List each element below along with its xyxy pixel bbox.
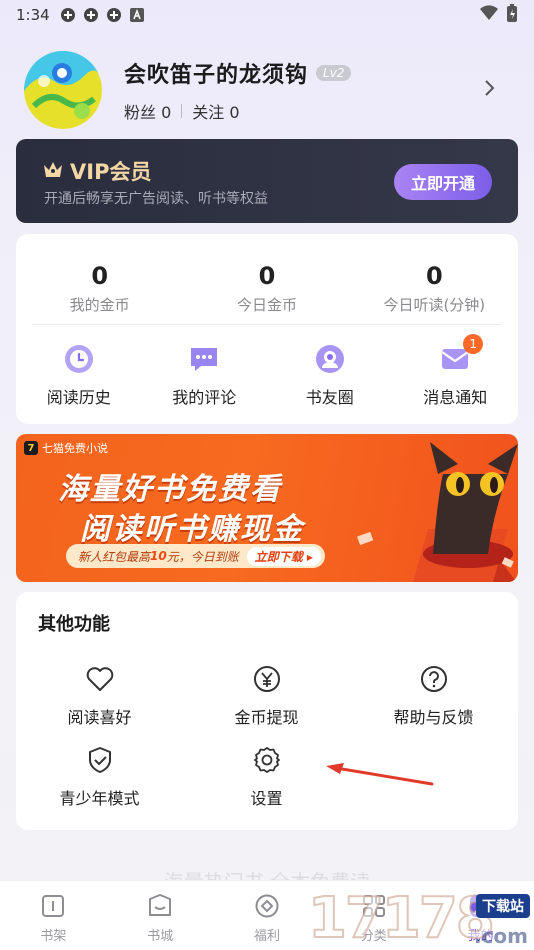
battery-icon (506, 4, 518, 26)
feature-help-feedback[interactable]: 帮助与反馈 (350, 664, 517, 728)
banner-subheadline: 阅读听书赚现金 (80, 512, 304, 547)
quick-label: 消息通知 (423, 388, 488, 407)
quick-reading-history[interactable]: 阅读历史 (16, 342, 142, 408)
avatar[interactable] (24, 51, 102, 129)
yen-icon (252, 664, 282, 694)
circle-icon (313, 342, 347, 376)
nav-welfare[interactable]: 福利 (214, 881, 321, 950)
offer-suffix: 元，今日到账 (166, 549, 239, 564)
quick-notifications[interactable]: 1 消息通知 (393, 334, 519, 408)
feature-label: 金币提现 (234, 708, 299, 727)
watermark-domain: .com (473, 924, 528, 948)
level-badge: Lv2 (316, 65, 352, 81)
stat-label: 今日金币 (236, 296, 297, 314)
status-time: 1:34 (16, 6, 50, 24)
stat-value: 0 (91, 262, 109, 290)
banner-offer: 新人红包最高 10 元，今日到账 立即下载 ▸ (66, 544, 325, 568)
watermark-tag: 下载站 (476, 894, 530, 918)
promo-banner[interactable]: 7 七猫免费小说 海量好书免费看 阅读听书赚现金 新人红包最高 10 元，今日到账 … (16, 434, 518, 582)
nav-bookstore[interactable]: 书城 (107, 881, 214, 950)
banner-brand-name: 七猫免费小说 (42, 442, 108, 455)
stat-today-coins[interactable]: 0 今日金币 (183, 262, 350, 315)
quick-label: 书友圈 (305, 388, 354, 407)
app-notification-icon (60, 7, 77, 24)
divider (32, 324, 502, 325)
feature-label: 设置 (250, 789, 283, 808)
stat-label: 我的金币 (69, 296, 130, 314)
nav-label: 福利 (253, 929, 280, 944)
nickname: 会吹笛子的龙须钩 (124, 63, 309, 88)
stat-value: 0 (425, 262, 443, 290)
clock-icon (62, 342, 96, 376)
section-title: 其他功能 (38, 614, 110, 635)
app-notification-icon (83, 7, 100, 24)
qimao-logo-icon: 7 (24, 441, 38, 455)
stat-value: 0 (258, 262, 276, 290)
font-notification-icon (129, 7, 146, 24)
heart-icon (85, 664, 115, 694)
status-bar: 1:34 (0, 0, 534, 30)
quick-label: 阅读历史 (46, 388, 111, 407)
quick-label: 我的评论 (172, 388, 237, 407)
fans-link[interactable]: 粉丝 0 (124, 99, 171, 123)
stats-divider (181, 104, 183, 118)
annotation-arrow (326, 763, 434, 786)
shield-check-icon (85, 745, 115, 775)
stat-today-listen[interactable]: 0 今日听读(分钟) (351, 262, 518, 315)
comment-icon (187, 342, 221, 376)
bookshelf-icon (40, 893, 66, 919)
feature-label: 阅读喜好 (67, 708, 132, 727)
crown-icon (42, 159, 64, 183)
other-functions-card: 其他功能 阅读喜好 金币提现 帮助与反馈 青少年模式 设置 (16, 592, 518, 830)
quick-my-comments[interactable]: 我的评论 (142, 342, 268, 408)
banner-brand: 7 七猫免费小说 (24, 440, 108, 456)
nav-label: 书城 (147, 929, 174, 944)
feature-coin-withdraw[interactable]: 金币提现 (183, 664, 350, 728)
watermark-digits: 17178 (307, 885, 496, 950)
nav-bookshelf[interactable]: 书架 (0, 881, 107, 950)
feature-youth-mode[interactable]: 青少年模式 (16, 745, 183, 809)
following-label: 关注 (192, 103, 225, 122)
gear-icon (252, 745, 282, 775)
cat-mascot-illustration (357, 442, 518, 582)
bookstore-icon (147, 893, 173, 919)
nav-label: 书架 (40, 929, 67, 944)
help-icon (419, 664, 449, 694)
vip-open-button[interactable]: 立即开通 (394, 164, 492, 200)
offer-prefix: 新人红包最高 (78, 549, 151, 564)
quick-book-friends[interactable]: 书友圈 (267, 342, 393, 408)
banner-download-button[interactable]: 立即下载 ▸ (246, 546, 321, 566)
vip-card[interactable]: VIP会员 开通后畅享无广告阅读、听书等权益 立即开通 (16, 139, 518, 223)
profile-info: 会吹笛子的龙须钩 Lv2 粉丝 0 关注 0 (124, 57, 352, 123)
chevron-right-icon[interactable] (484, 79, 496, 101)
stat-label: 今日听读(分钟) (383, 296, 486, 314)
vip-subtitle: 开通后畅享无广告阅读、听书等权益 (44, 191, 268, 207)
stats-card: 0 我的金币 0 今日金币 0 今日听读(分钟) 阅读历史 我的评论 书友圈 1… (16, 234, 518, 424)
notification-badge: 1 (463, 334, 484, 354)
feature-label: 青少年模式 (59, 789, 140, 808)
following-link[interactable]: 关注 0 (192, 99, 239, 123)
wifi-icon (480, 5, 498, 25)
fans-count: 0 (161, 103, 172, 122)
feature-reading-preference[interactable]: 阅读喜好 (16, 664, 183, 728)
offer-amount: 10 (150, 549, 167, 563)
fans-label: 粉丝 (124, 103, 157, 122)
watermark: 17178 下载站 .com (307, 885, 534, 950)
welfare-icon (254, 893, 280, 919)
following-count: 0 (229, 103, 240, 122)
banner-headline: 海量好书免费看 (58, 472, 282, 507)
vip-title: VIP会员 (70, 160, 152, 184)
stat-my-coins[interactable]: 0 我的金币 (16, 262, 183, 315)
app-notification-icon (106, 7, 123, 24)
profile-header[interactable]: 会吹笛子的龙须钩 Lv2 粉丝 0 关注 0 (24, 50, 514, 130)
feature-label: 帮助与反馈 (393, 708, 474, 727)
